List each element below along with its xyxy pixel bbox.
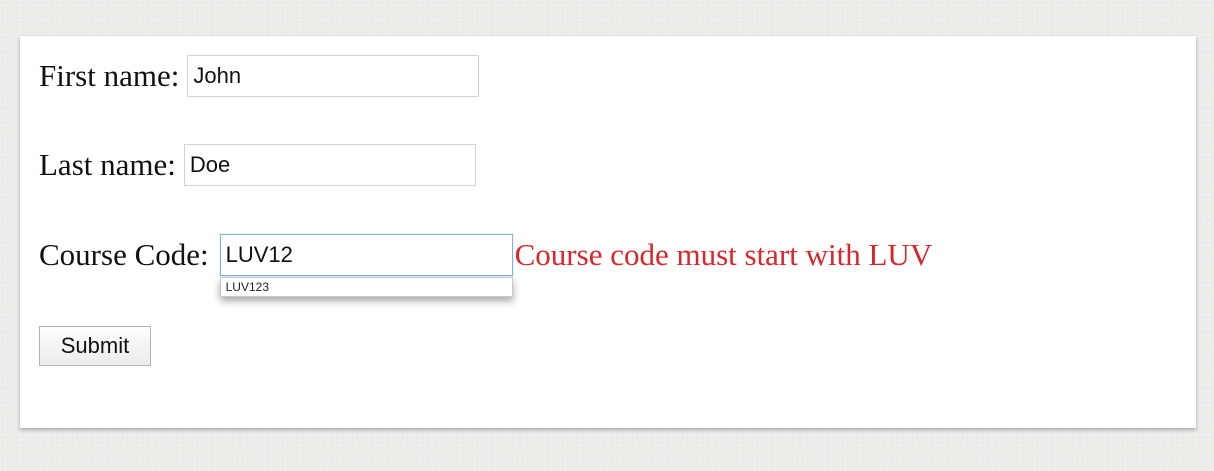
first-name-row: First name: bbox=[39, 55, 480, 97]
last-name-row: Last name: bbox=[39, 144, 476, 186]
first-name-label: First name: bbox=[39, 58, 180, 93]
last-name-input[interactable] bbox=[183, 144, 476, 186]
course-code-input[interactable] bbox=[219, 234, 513, 276]
form-card: First name: Last name: Course Code: LUV1… bbox=[20, 36, 1196, 428]
course-code-error-message: Course code must start with LUV bbox=[514, 237, 933, 272]
course-code-label: Course Code: bbox=[39, 237, 209, 272]
autocomplete-suggestion[interactable]: LUV123 bbox=[221, 278, 512, 296]
last-name-label: Last name: bbox=[39, 147, 176, 182]
course-code-row: Course Code: LUV123 Course code must sta… bbox=[39, 234, 933, 297]
autocomplete-dropdown: LUV123 bbox=[219, 277, 513, 297]
course-code-field-wrapper: LUV123 bbox=[219, 234, 513, 297]
submit-button[interactable]: Submit bbox=[39, 326, 151, 366]
first-name-input[interactable] bbox=[187, 55, 480, 97]
